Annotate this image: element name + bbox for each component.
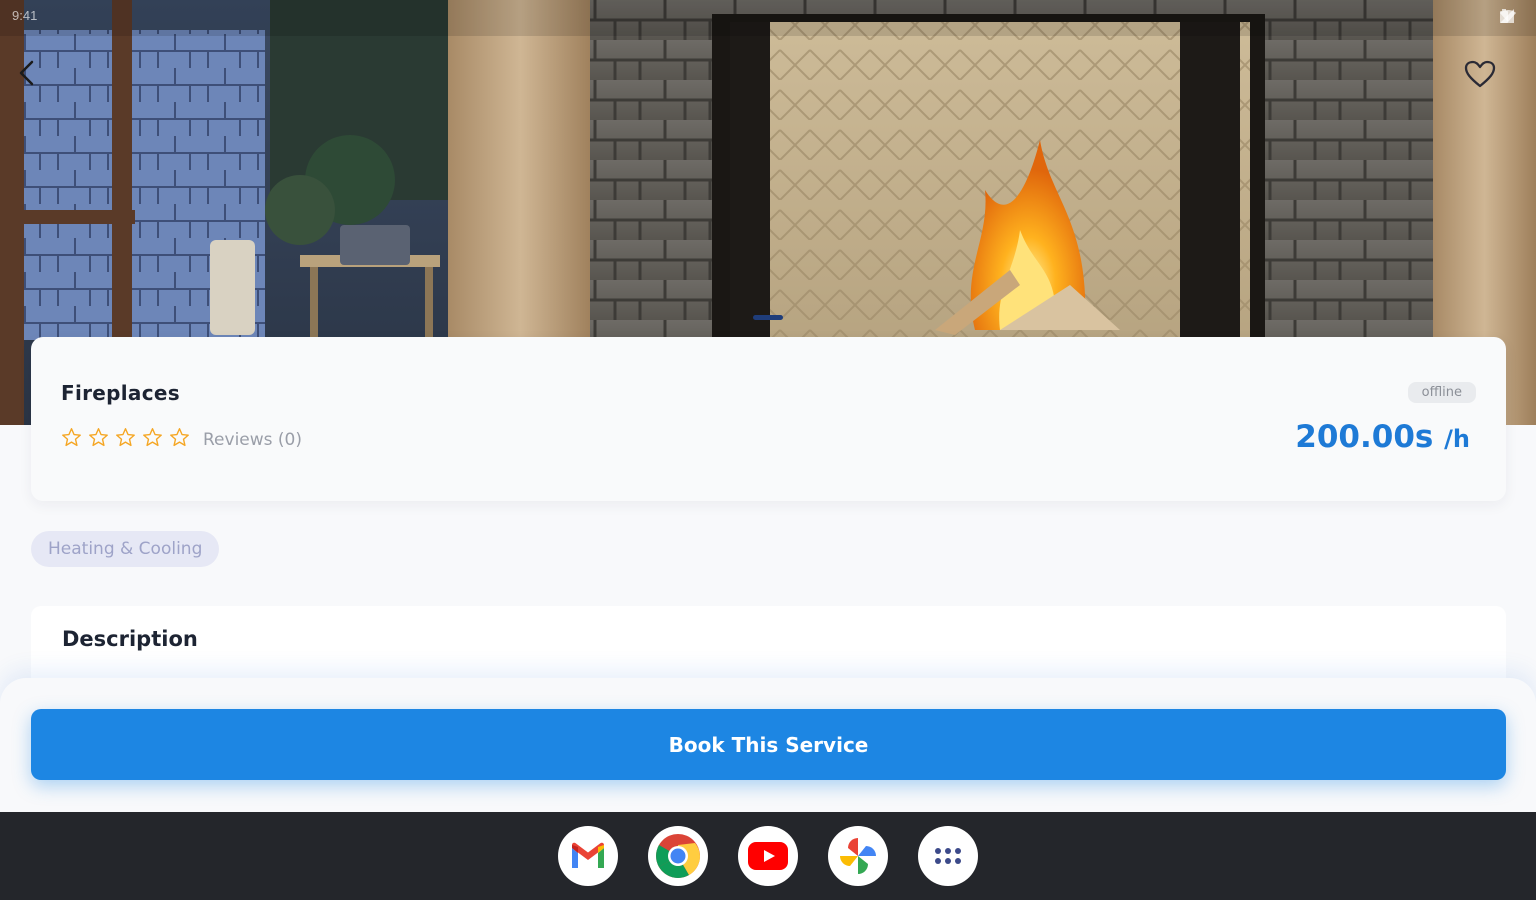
- chrome-logo: [656, 834, 700, 878]
- description-title: Description: [62, 627, 198, 651]
- service-info-card: Fireplaces Reviews (0) offline 200.00s /…: [31, 337, 1506, 501]
- reviews-link[interactable]: Reviews (0): [203, 430, 302, 450]
- gmail-logo: [572, 842, 604, 868]
- service-title: Fireplaces: [61, 381, 180, 405]
- photos-icon[interactable]: [828, 826, 888, 886]
- favorite-button[interactable]: [1464, 60, 1504, 96]
- battery-icon: [1500, 9, 1508, 23]
- gmail-icon[interactable]: [558, 826, 618, 886]
- rating-stars: [61, 427, 190, 448]
- star-outline-icon: [116, 428, 135, 447]
- star-outline-icon: [143, 428, 162, 447]
- star-outline-icon: [62, 428, 81, 447]
- app-drawer-icon[interactable]: [918, 826, 978, 886]
- book-service-button[interactable]: Book This Service: [31, 709, 1506, 780]
- chevron-left-icon: [19, 60, 34, 86]
- price-label: 200.00s /h: [1295, 419, 1470, 455]
- heart-icon: [1464, 60, 1496, 88]
- status-time: 9:41: [12, 8, 38, 23]
- youtube-icon[interactable]: [738, 826, 798, 886]
- carousel-indicator[interactable]: [753, 315, 783, 320]
- booking-bar: Book This Service: [0, 678, 1536, 812]
- system-dock: [0, 812, 1536, 900]
- price-unit: /h: [1444, 425, 1470, 453]
- grid-dots-icon: [935, 848, 961, 864]
- chrome-icon[interactable]: [648, 826, 708, 886]
- price-value: 200.00s: [1295, 419, 1434, 455]
- category-chip[interactable]: Heating & Cooling: [31, 531, 220, 567]
- photos-logo: [840, 838, 876, 874]
- service-detail-screen: 9:41 Fireplaces Reviews (0) offline 200.…: [0, 0, 1536, 900]
- back-button[interactable]: [18, 60, 54, 96]
- system-status-bar: 9:41: [0, 0, 1536, 36]
- status-badge: offline: [1407, 382, 1476, 403]
- star-outline-icon: [89, 428, 108, 447]
- star-outline-icon: [170, 428, 189, 447]
- youtube-logo: [748, 842, 788, 870]
